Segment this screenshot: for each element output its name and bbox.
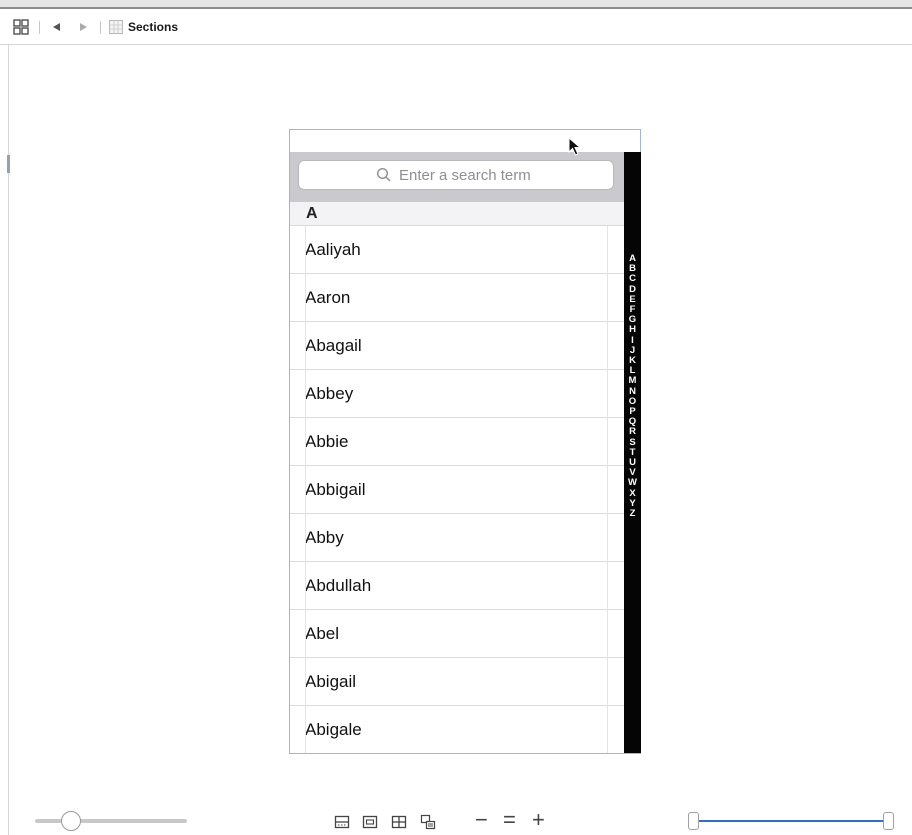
search-field[interactable]: Enter a search term: [298, 160, 614, 190]
forward-arrow-icon[interactable]: [76, 19, 90, 35]
table-row-label: Abbie: [305, 432, 349, 451]
table-row-label: Abbigail: [305, 480, 366, 499]
section-header-title: A: [306, 205, 318, 222]
table-row[interactable]: Abel: [290, 610, 624, 658]
table-row-label: Aaron: [305, 288, 351, 307]
window-top-border: [0, 0, 912, 9]
back-arrow-icon[interactable]: [50, 19, 64, 35]
table-row[interactable]: Abagail: [290, 322, 624, 370]
zoom-actual-size-button[interactable]: =: [503, 808, 516, 832]
table-row-label: Abbey: [305, 384, 354, 403]
table-row-label: Abigail: [305, 672, 357, 691]
storyboard-file-icon[interactable]: [107, 19, 125, 35]
table-row[interactable]: Abbie: [290, 418, 624, 466]
table-row-label: Abdullah: [305, 576, 372, 595]
table-row[interactable]: Abigale: [290, 706, 624, 753]
table-row[interactable]: Abby: [290, 514, 624, 562]
jump-bar-divider: [100, 21, 101, 34]
zoom-slider-thumb[interactable]: [61, 811, 82, 831]
search-bar: Enter a search term: [290, 152, 624, 202]
row-guide-left: [305, 226, 306, 753]
table-row[interactable]: Abbigail: [290, 466, 624, 514]
zoom-in-button[interactable]: +: [532, 808, 545, 832]
table-row[interactable]: Abigail: [290, 658, 624, 706]
zoom-slider-track[interactable]: [35, 819, 187, 823]
embed-in-stack-icon[interactable]: [334, 814, 350, 830]
search-icon: [376, 167, 392, 183]
table-rows: Aaliyah Aaron Abagail Abbey Abbie Abbigail Abb…: [290, 226, 624, 753]
timeline-range-start-handle[interactable]: [688, 812, 699, 830]
grid-icon[interactable]: [12, 19, 30, 35]
zoom-out-button[interactable]: −: [475, 808, 488, 832]
table-row[interactable]: Abdullah: [290, 562, 624, 610]
table-row[interactable]: Abbey: [290, 370, 624, 418]
section-index-list: ABCDEFGHIJKLMNOPQRSTUVWXYZ: [624, 253, 641, 519]
jump-bar-path-label[interactable]: Sections: [128, 20, 178, 34]
row-guide-right: [607, 226, 608, 753]
table-view[interactable]: Enter a search term A Aaliyah Aaron Abagai…: [290, 152, 624, 753]
section-index-letter[interactable]: Z: [630, 508, 636, 519]
table-row-label: Abby: [305, 528, 344, 547]
table-row[interactable]: Aaliyah: [290, 226, 624, 274]
canvas-left-marker: [7, 155, 10, 173]
section-header: A: [290, 202, 624, 226]
table-row-label: Abel: [305, 624, 340, 643]
search-placeholder: Enter a search term: [399, 167, 531, 184]
table-row-label: Aaliyah: [305, 240, 361, 259]
timeline-range-end-handle[interactable]: [883, 812, 894, 830]
table-row-label: Abigale: [305, 720, 362, 739]
mouse-pointer-icon: [568, 136, 582, 157]
table-row[interactable]: Aaron: [290, 274, 624, 322]
table-row-label: Abagail: [305, 336, 362, 355]
jump-bar: Sections: [0, 9, 912, 45]
resolve-issues-icon[interactable]: [420, 814, 436, 830]
align-icon[interactable]: [362, 814, 378, 830]
timeline-range-track[interactable]: [693, 820, 889, 822]
section-index-bar[interactable]: ABCDEFGHIJKLMNOPQRSTUVWXYZ: [624, 152, 641, 753]
pin-icon[interactable]: [391, 814, 407, 830]
jump-bar-divider: [39, 21, 40, 34]
